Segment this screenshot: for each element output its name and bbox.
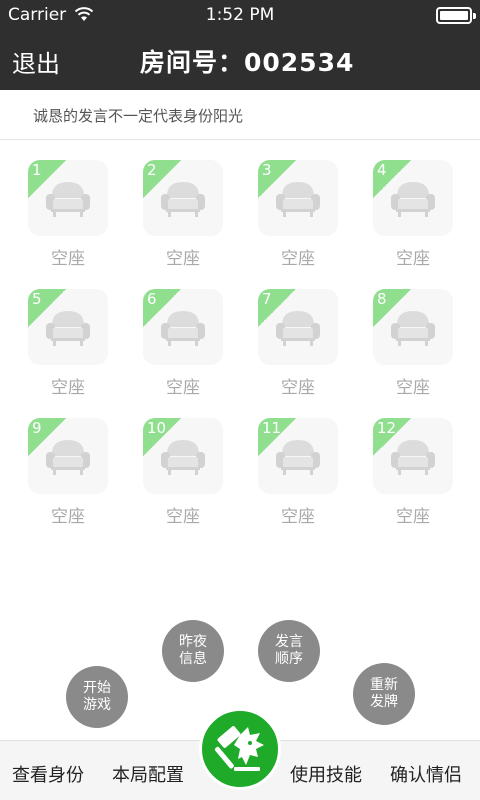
seat-card: 11	[258, 418, 338, 494]
seat-card: 3	[258, 160, 338, 236]
seat-10[interactable]: 10 空座	[143, 418, 223, 528]
seat-4[interactable]: 4 空座	[373, 160, 453, 270]
sofa-icon	[161, 440, 205, 475]
battery-level	[440, 11, 468, 20]
seat-status-label: 空座	[166, 378, 200, 398]
sofa-icon	[46, 182, 90, 217]
header-bar: 退出 房间号：002534	[0, 30, 480, 90]
seat-number: 4	[377, 161, 387, 179]
use-skill-button[interactable]: 使用技能	[290, 761, 362, 787]
sofa-icon	[161, 311, 205, 346]
seat-8[interactable]: 8 空座	[373, 289, 453, 399]
seat-number: 8	[377, 290, 387, 308]
seat-card: 5	[28, 289, 108, 365]
sofa-icon	[391, 440, 435, 475]
seat-status-label: 空座	[51, 378, 85, 398]
sofa-icon	[276, 440, 320, 475]
seat-status-label: 空座	[396, 249, 430, 269]
seat-2[interactable]: 2 空座	[143, 160, 223, 270]
seat-card: 6	[143, 289, 223, 365]
seat-card: 2	[143, 160, 223, 236]
last-night-info-label: 昨夜 信息	[179, 634, 207, 667]
seat-5[interactable]: 5 空座	[28, 289, 108, 399]
seat-card: 1	[28, 160, 108, 236]
seat-11[interactable]: 11 空座	[258, 418, 338, 528]
seat-number: 6	[147, 290, 157, 308]
sofa-icon	[391, 311, 435, 346]
last-night-info-button[interactable]: 昨夜 信息	[162, 620, 224, 682]
battery-icon	[436, 7, 476, 24]
confirm-lovers-button[interactable]: 确认情侣	[390, 761, 462, 787]
room-number-title: 房间号：002534	[140, 48, 355, 77]
speak-order-label: 发言 顺序	[275, 634, 303, 667]
exit-button[interactable]: 退出	[12, 44, 60, 79]
seat-number: 5	[32, 290, 42, 308]
sofa-icon	[46, 440, 90, 475]
seat-status-label: 空座	[281, 507, 315, 527]
seat-card: 12	[373, 418, 453, 494]
round-config-button[interactable]: 本局配置	[112, 761, 184, 787]
seat-status-label: 空座	[166, 507, 200, 527]
seat-6[interactable]: 6 空座	[143, 289, 223, 399]
hammer-wolf-icon	[214, 726, 264, 771]
seat-status-label: 空座	[51, 249, 85, 269]
seat-card: 9	[28, 418, 108, 494]
sofa-icon	[276, 182, 320, 217]
seat-number: 2	[147, 161, 157, 179]
seat-status-label: 空座	[281, 378, 315, 398]
seat-status-label: 空座	[396, 378, 430, 398]
notice-text: 诚恳的发言不一定代表身份阳光	[33, 107, 244, 125]
seat-status-label: 空座	[396, 507, 430, 527]
seat-number: 9	[32, 419, 42, 437]
redeal-button[interactable]: 重新 发牌	[353, 663, 415, 725]
seat-number: 7	[262, 290, 272, 308]
seat-card: 7	[258, 289, 338, 365]
start-game-button[interactable]: 开始 游戏	[66, 666, 128, 728]
notice-banner: 诚恳的发言不一定代表身份阳光	[0, 90, 480, 140]
seat-7[interactable]: 7 空座	[258, 289, 338, 399]
seat-status-label: 空座	[281, 249, 315, 269]
speak-order-button[interactable]: 发言 顺序	[258, 620, 320, 682]
seat-12[interactable]: 12 空座	[373, 418, 453, 528]
seat-9[interactable]: 9 空座	[28, 418, 108, 528]
sofa-icon	[391, 182, 435, 217]
seat-1[interactable]: 1 空座	[28, 160, 108, 270]
view-identity-button[interactable]: 查看身份	[12, 761, 84, 787]
redeal-label: 重新 发牌	[370, 677, 398, 710]
seat-status-label: 空座	[166, 249, 200, 269]
seat-3[interactable]: 3 空座	[258, 160, 338, 270]
clock: 1:52 PM	[205, 5, 275, 25]
start-game-label: 开始 游戏	[83, 680, 111, 713]
sofa-icon	[161, 182, 205, 217]
judge-center-button[interactable]	[199, 708, 281, 790]
seat-card: 8	[373, 289, 453, 365]
seat-number: 1	[32, 161, 42, 179]
seat-number: 3	[262, 161, 272, 179]
seat-card: 4	[373, 160, 453, 236]
sofa-icon	[276, 311, 320, 346]
status-bar: Carrier 1:52 PM	[0, 0, 480, 30]
seat-status-label: 空座	[51, 507, 85, 527]
sofa-icon	[46, 311, 90, 346]
seat-card: 10	[143, 418, 223, 494]
